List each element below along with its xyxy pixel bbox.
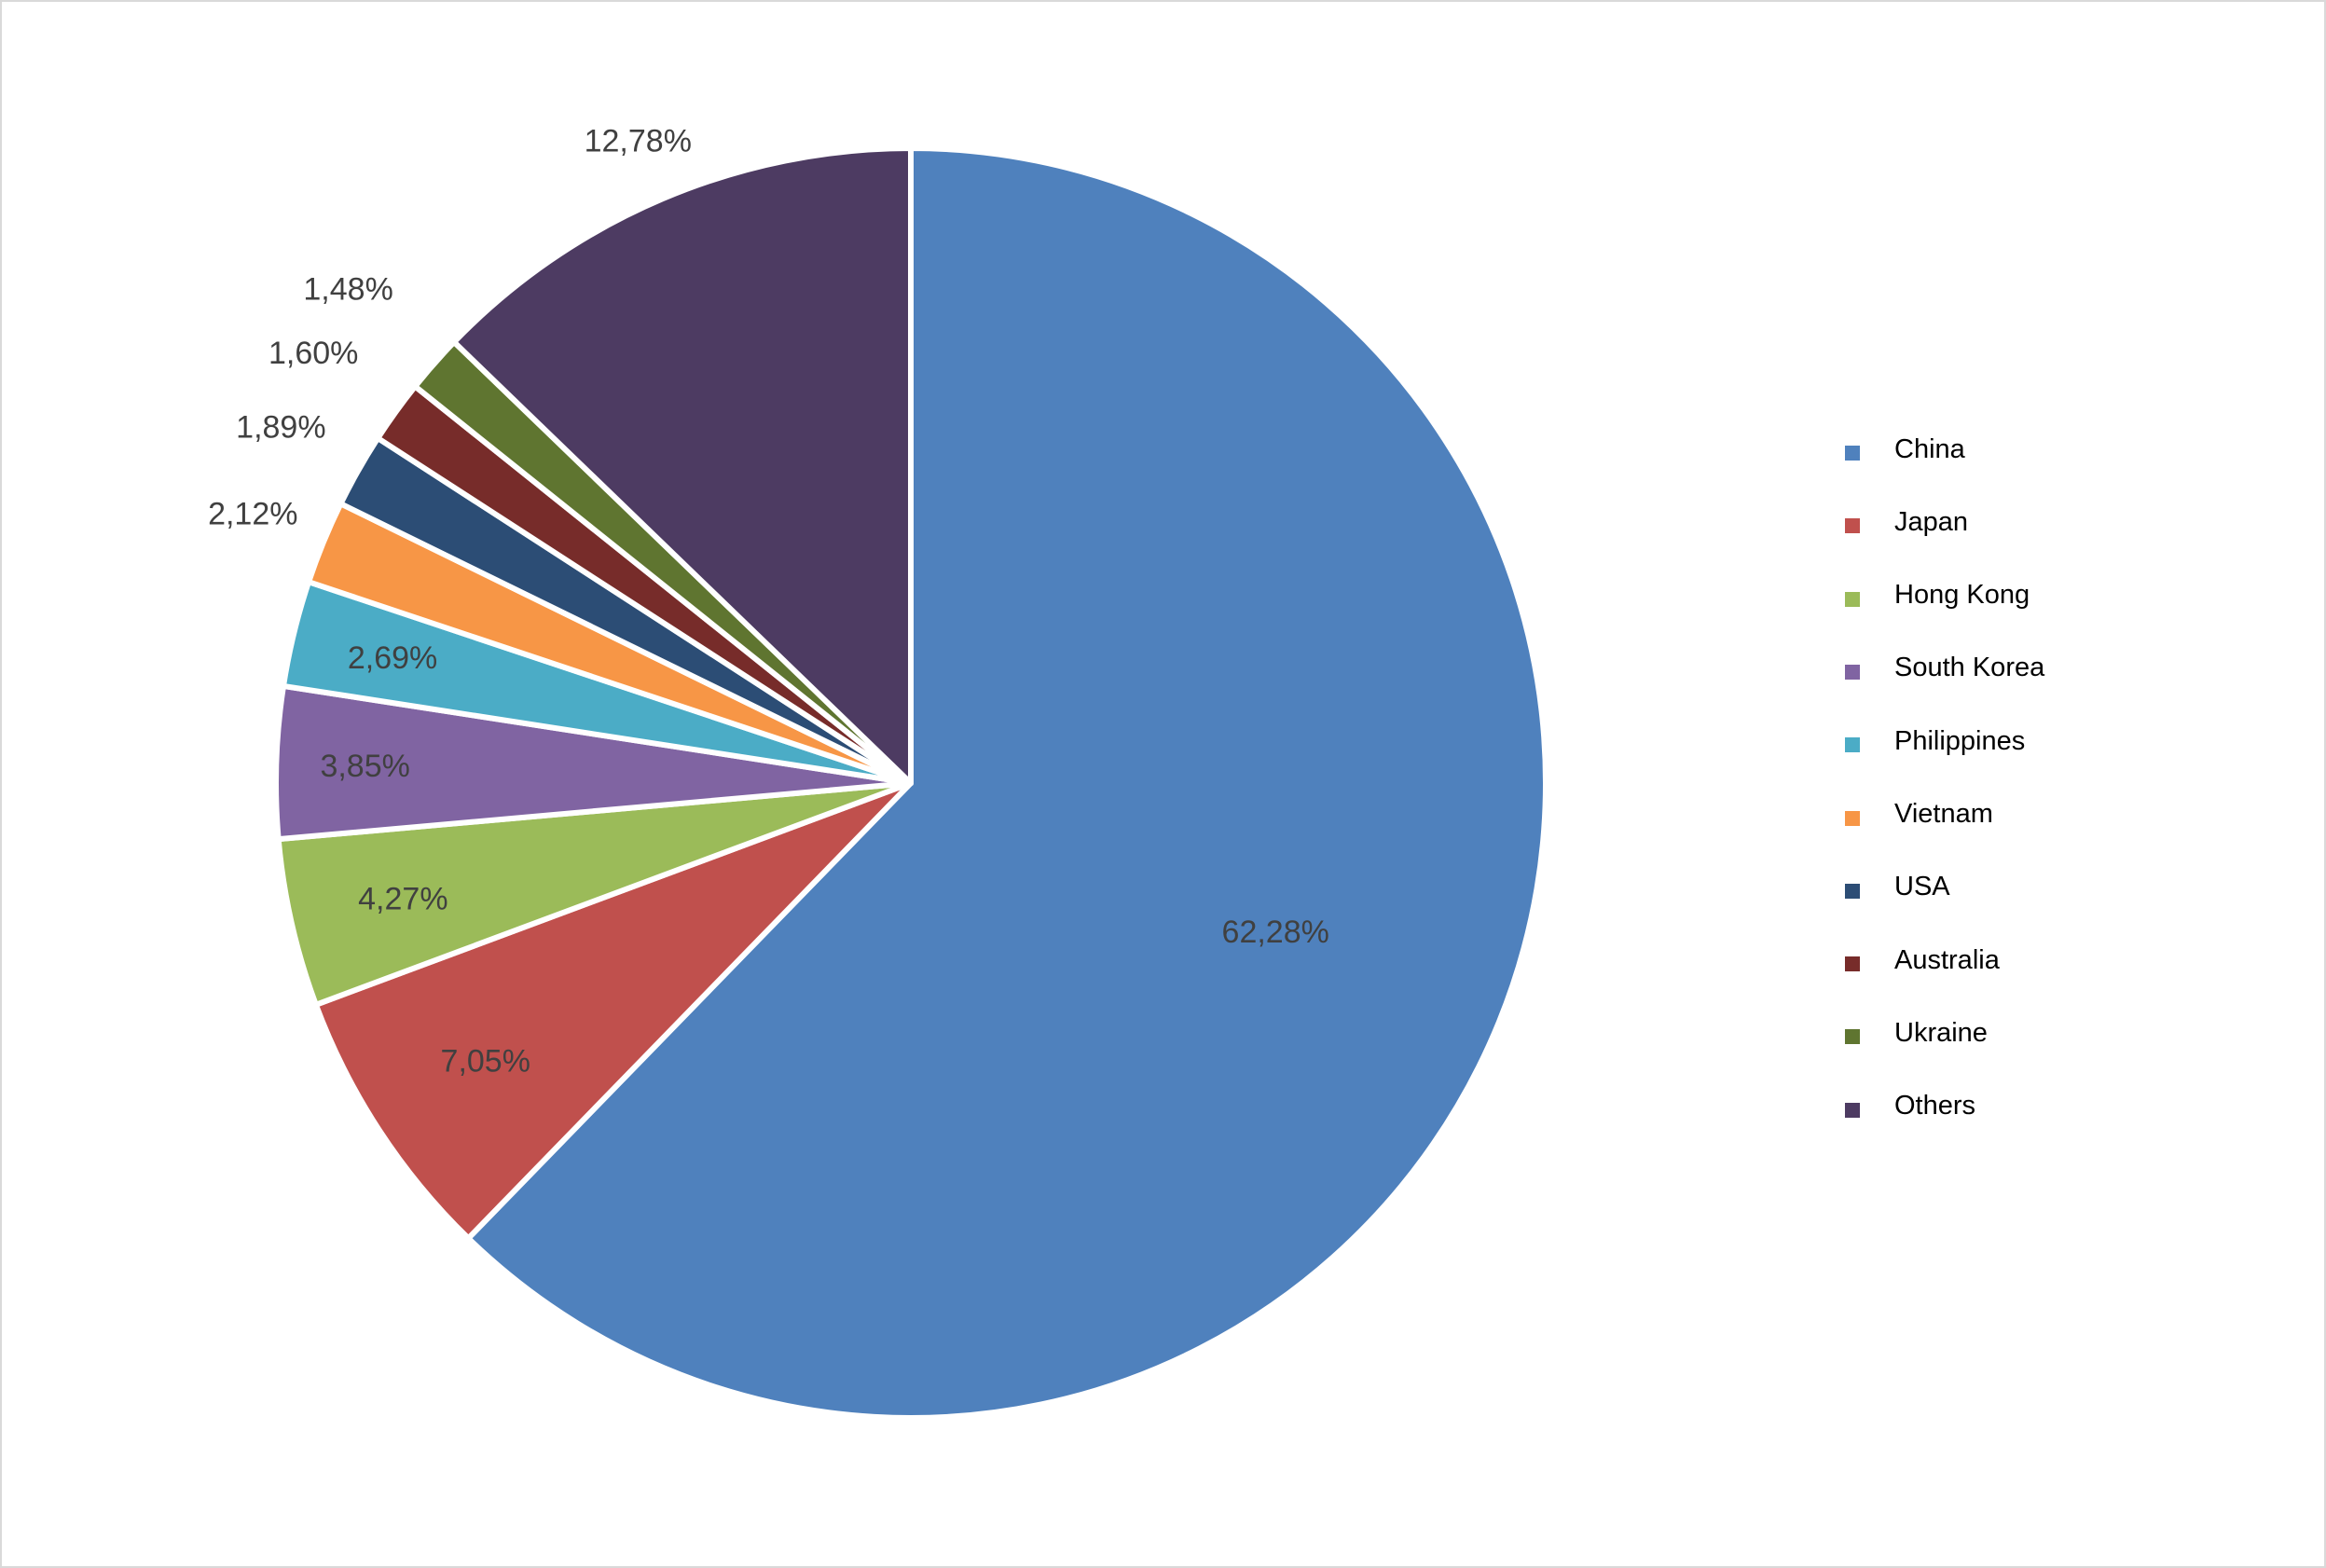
legend-label: Australia <box>1894 944 2000 975</box>
data-label-hong-kong: 4,27% <box>358 881 447 916</box>
legend-label: Vietnam <box>1894 799 1993 829</box>
data-label-vietnam: 2,12% <box>208 497 297 532</box>
pie-chart: 62,28% 7,05% 4,27% 3,85% 2,69% 2,12% 1,89% 1,60… <box>208 123 1548 1421</box>
legend-item-ukraine: Ukraine <box>1845 1014 1988 1052</box>
legend-item-south-korea: South Korea <box>1845 650 2044 687</box>
data-label-japan: 7,05% <box>441 1044 530 1080</box>
legend-swatch <box>1845 1102 1860 1118</box>
legend-item-others: Others <box>1845 1088 1975 1125</box>
data-label-ukraine: 1,48% <box>303 271 392 307</box>
legend-item-china: China <box>1845 431 1965 468</box>
legend-label: South Korea <box>1894 653 2045 683</box>
legend-item-philippines: Philippines <box>1845 722 2025 760</box>
legend-swatch <box>1845 1029 1860 1045</box>
legend-label: USA <box>1894 872 1950 902</box>
legend-swatch <box>1845 664 1860 680</box>
legend-swatch <box>1845 956 1860 972</box>
data-label-china: 62,28% <box>1222 915 1329 950</box>
legend-swatch <box>1845 518 1860 534</box>
legend-label: Philippines <box>1894 725 2026 756</box>
data-label-south-korea: 3,85% <box>320 749 409 784</box>
legend-swatch <box>1845 883 1860 899</box>
legend-item-hong-kong: Hong Kong <box>1845 577 2030 614</box>
legend-label: Japan <box>1894 506 1969 537</box>
data-label-philippines: 2,69% <box>348 640 437 676</box>
legend-item-usa: USA <box>1845 869 1950 906</box>
legend-label: Hong Kong <box>1894 580 2030 611</box>
data-label-australia: 1,60% <box>268 336 358 371</box>
pie-slices <box>273 145 1548 1421</box>
legend-item-vietnam: Vietnam <box>1845 796 1993 833</box>
legend-swatch <box>1845 737 1860 753</box>
data-label-others: 12,78% <box>585 123 692 158</box>
legend-item-australia: Australia <box>1845 942 2000 979</box>
legend-label: China <box>1894 433 1965 464</box>
legend-swatch <box>1845 446 1860 461</box>
legend-swatch <box>1845 810 1860 826</box>
data-label-usa: 1,89% <box>236 410 325 446</box>
legend-swatch <box>1845 591 1860 607</box>
legend-item-japan: Japan <box>1845 503 1968 541</box>
legend-label: Others <box>1894 1091 1976 1121</box>
legend-label: Ukraine <box>1894 1017 1988 1048</box>
